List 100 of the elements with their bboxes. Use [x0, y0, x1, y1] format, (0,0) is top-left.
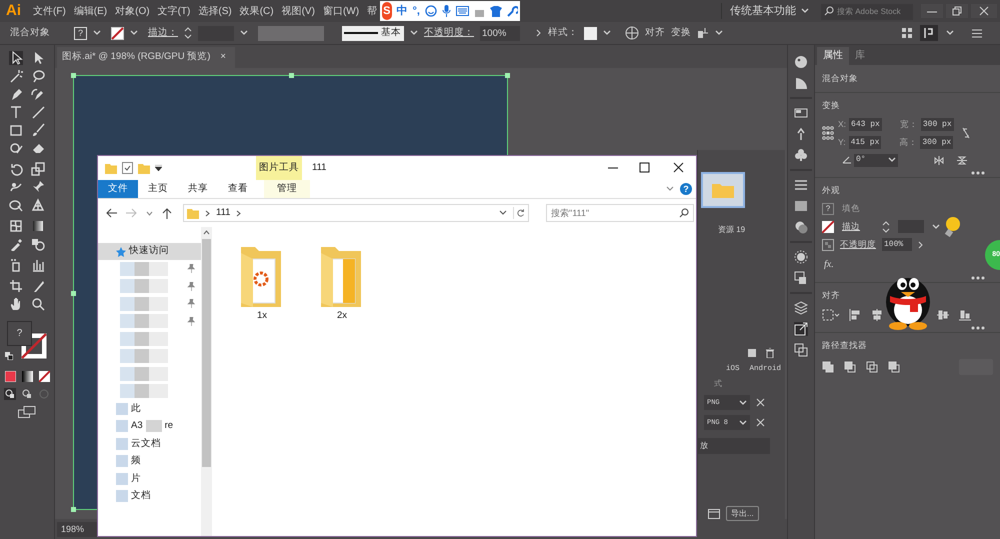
input-mode-toggle[interactable]: 中	[396, 2, 408, 20]
layers-icon[interactable]	[794, 301, 808, 315]
ribbon-tab[interactable]: 管理	[264, 180, 310, 198]
scrollbar-thumb[interactable]	[202, 239, 211, 467]
sun-icon[interactable]	[794, 250, 808, 264]
ribbon-tab[interactable]: 文件	[98, 180, 138, 198]
panel-tab[interactable]: 属性	[817, 47, 849, 65]
gradient-icon[interactable]	[31, 219, 45, 233]
export-button[interactable]: 导出...	[726, 506, 759, 522]
blend-icon[interactable]	[31, 237, 45, 251]
line-segment-icon[interactable]	[31, 105, 45, 119]
nav-item[interactable]: A3	[131, 419, 143, 434]
nav-item[interactable]: 频	[131, 454, 141, 468]
palette-icon[interactable]	[794, 55, 808, 69]
selection-handle[interactable]	[71, 507, 76, 512]
workspace-switcher[interactable]: 传统基本功能	[721, 2, 809, 20]
list-menu-icon[interactable]	[972, 28, 982, 38]
stroke-lines-icon[interactable]	[794, 178, 808, 192]
selection-handle[interactable]	[71, 291, 76, 296]
shirt-icon[interactable]	[490, 6, 502, 16]
exclude-icon[interactable]	[888, 360, 900, 372]
more-icon[interactable]	[971, 170, 985, 174]
more-icon[interactable]	[971, 326, 985, 330]
ime-logo[interactable]: S	[382, 2, 392, 20]
nav-item[interactable]: re	[164, 419, 174, 434]
rectangle-icon[interactable]	[9, 123, 23, 137]
none-mode-icon[interactable]	[38, 371, 50, 382]
wrench-icon[interactable]	[507, 6, 518, 16]
nav-item[interactable]: 文档	[131, 489, 151, 504]
rotate-icon[interactable]	[9, 162, 23, 176]
more-icon[interactable]	[971, 276, 985, 280]
close-icon[interactable]	[971, 4, 997, 18]
panel-toggle-icon[interactable]	[920, 25, 938, 41]
keyboard-icon[interactable]	[456, 6, 469, 16]
x-field[interactable]: 643 px	[849, 118, 882, 130]
shaper-icon[interactable]	[9, 141, 23, 155]
align-middle-icon[interactable]	[936, 308, 950, 322]
bar-chart-icon[interactable]	[31, 258, 45, 272]
stepper-icon[interactable]	[184, 27, 192, 39]
folder-item[interactable]: 2x	[317, 245, 367, 324]
export-arrow-icon[interactable]	[794, 322, 808, 336]
chevron-down-icon[interactable]	[93, 30, 101, 36]
unite-icon[interactable]	[822, 360, 834, 372]
flip-vertical-icon[interactable]	[957, 156, 967, 164]
ribbon-tab[interactable]: 共享	[178, 180, 218, 198]
fill-swatch[interactable]: ?	[74, 26, 87, 40]
asset-thumbnail[interactable]	[701, 172, 745, 208]
intersect-icon[interactable]	[866, 360, 878, 372]
chevron-right-icon[interactable]	[918, 240, 924, 248]
eyedropper-icon[interactable]	[9, 237, 23, 251]
smiley-icon[interactable]	[425, 5, 437, 17]
brush-field[interactable]: 基本	[342, 26, 404, 40]
rotation-field[interactable]: 0°	[854, 154, 898, 166]
shape-builder-icon[interactable]	[9, 198, 23, 212]
chevron-down-icon[interactable]	[240, 30, 248, 36]
microphone-icon[interactable]	[442, 5, 451, 17]
panel-tab[interactable]: 库	[849, 47, 871, 65]
artboards-icon[interactable]	[794, 343, 808, 357]
club-icon[interactable]	[794, 148, 808, 162]
stroke-none-swatch[interactable]	[111, 26, 124, 40]
chevron-down-icon[interactable]	[739, 420, 747, 426]
tab-close-button[interactable]: ×	[220, 50, 226, 65]
menu-item[interactable]: 窗口(W)	[322, 4, 360, 18]
minus-front-icon[interactable]	[844, 360, 856, 372]
chevron-down-icon[interactable]	[410, 30, 418, 36]
fill-swatch[interactable]: ?	[822, 202, 834, 215]
grid-arrange-icon[interactable]	[902, 28, 912, 38]
ribbon-tab[interactable]: 主页	[138, 180, 178, 198]
help-button[interactable]: ?	[680, 183, 692, 195]
nav-item[interactable]: 云文档	[131, 436, 161, 451]
ribbon-tab[interactable]: 查看	[218, 180, 258, 198]
stock-search-field[interactable]: 搜索 Adobe Stock	[821, 4, 913, 20]
hand-icon[interactable]	[9, 297, 23, 311]
selection-handle[interactable]	[505, 73, 510, 78]
angle-icon[interactable]	[842, 156, 851, 164]
chevron-down-icon[interactable]	[715, 30, 723, 36]
pin-icon[interactable]	[31, 180, 45, 194]
refresh-icon[interactable]	[513, 207, 525, 219]
unlinked-chain-icon[interactable]	[960, 127, 971, 139]
eraser-icon[interactable]	[31, 141, 45, 155]
opacity-label[interactable]: 不透明度	[840, 238, 876, 251]
height-field[interactable]: 300 px	[920, 136, 954, 148]
menu-item[interactable]: 文字(T)	[158, 4, 190, 18]
stroke-label[interactable]: 描边	[842, 220, 874, 233]
magic-wand-icon[interactable]	[9, 69, 23, 83]
stepper-icon[interactable]	[882, 220, 890, 232]
align-bottom-icon[interactable]	[958, 308, 972, 322]
scale-field[interactable]: 放	[698, 438, 770, 454]
scroll-up-icon[interactable]	[203, 230, 210, 235]
breadcrumb-chevron-icon[interactable]	[236, 210, 242, 216]
chevron-down-icon[interactable]	[932, 224, 940, 230]
back-arrow-icon[interactable]	[106, 208, 117, 218]
chevron-down-icon[interactable]	[888, 157, 896, 163]
align-center-icon[interactable]	[870, 308, 884, 322]
menu-item[interactable]: 选择(S)	[198, 4, 232, 18]
color-mode-icon[interactable]	[4, 371, 16, 382]
nav-item[interactable]: 快速访问	[98, 243, 201, 260]
chevron-down-icon[interactable]	[739, 400, 747, 406]
slice-knife-icon[interactable]	[31, 279, 45, 293]
trash-icon[interactable]	[765, 348, 775, 358]
